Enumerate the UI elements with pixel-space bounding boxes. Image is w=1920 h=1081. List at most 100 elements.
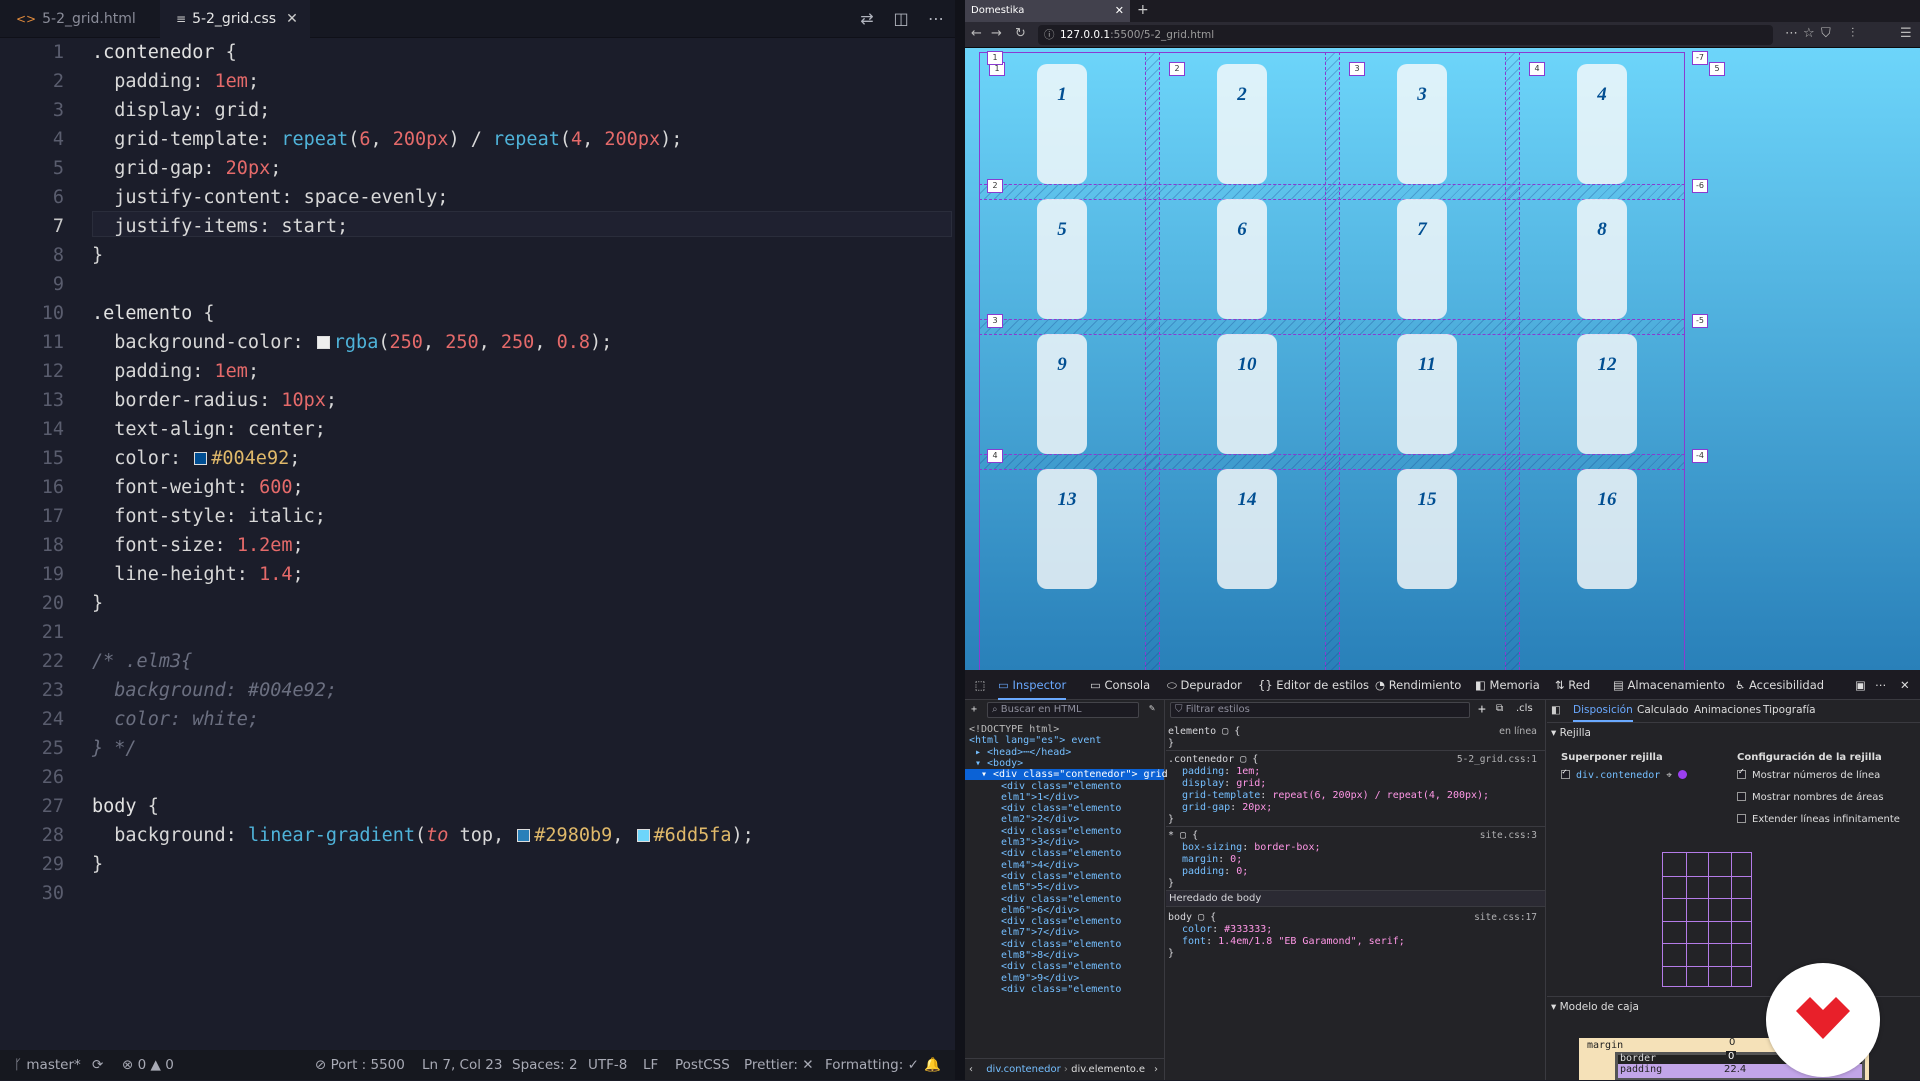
notification-bell-icon[interactable]: 🔔 <box>924 1050 941 1080</box>
html-node[interactable]: <div class="elemento <box>1001 894 1121 905</box>
grid-section-header[interactable]: ▾ Rejilla <box>1551 727 1591 739</box>
color-swatch[interactable] <box>316 336 330 349</box>
indentation[interactable]: Spaces: 2 <box>512 1050 578 1080</box>
compare-icon[interactable]: ⇄ <box>856 8 878 30</box>
tab-storage[interactable]: ▤ Almacenamiento <box>1613 670 1725 700</box>
color-swatch[interactable] <box>636 829 650 842</box>
live-server-port[interactable]: ⊘ Port : 5500 <box>315 1050 405 1080</box>
tab-console[interactable]: ▭ Consola <box>1090 670 1150 700</box>
html-node[interactable]: <html lang="es"> event <box>969 735 1101 746</box>
html-node[interactable]: elm1">1</div> <box>1001 792 1079 803</box>
reload-icon[interactable]: ↻ <box>1015 26 1026 41</box>
grid-item[interactable]: 12 <box>1577 334 1637 454</box>
cls-toggle[interactable]: .cls <box>1516 703 1533 714</box>
tab-performance[interactable]: ◔ Rendimiento <box>1375 670 1461 700</box>
color-swatch[interactable] <box>517 829 531 842</box>
html-search-input[interactable]: ⌕ Buscar en HTML <box>987 702 1139 718</box>
css-declaration[interactable]: grid-template: repeat(6, 200px) / repeat… <box>1182 790 1489 801</box>
grid-item[interactable]: 10 <box>1217 334 1277 454</box>
html-node[interactable]: elm9">9</div> <box>1001 973 1079 984</box>
extensions-icon[interactable]: ⫶ <box>1851 26 1854 41</box>
grid-item[interactable]: 9 <box>1037 334 1087 454</box>
html-node[interactable]: elm3">3</div> <box>1001 837 1079 848</box>
css-declaration[interactable]: margin: 0; <box>1182 854 1242 865</box>
option-extend-lines[interactable]: Extender líneas infinitamente <box>1737 814 1900 825</box>
problems-indicator[interactable]: ⊗ 0 ▲ 0 <box>122 1050 174 1080</box>
html-node[interactable]: <div class="elemento <box>1001 916 1121 927</box>
tab-style-editor[interactable]: {} Editor de estilos <box>1258 670 1369 700</box>
css-declaration[interactable]: grid-gap: 20px; <box>1182 802 1272 813</box>
grid-item[interactable]: 1 <box>1037 64 1087 184</box>
toggle-pseudo-class-icon[interactable]: ⧉ <box>1496 703 1503 714</box>
split-divider[interactable] <box>955 0 965 1080</box>
css-declaration[interactable]: padding: 1em; <box>1182 766 1260 777</box>
eyedropper-icon[interactable]: ✎ <box>1149 703 1155 714</box>
css-declaration[interactable]: padding: 0; <box>1182 866 1248 877</box>
cursor-position[interactable]: Ln 7, Col 23 <box>422 1050 502 1080</box>
tab-animations[interactable]: Animaciones <box>1694 704 1761 716</box>
encoding[interactable]: UTF-8 <box>588 1050 627 1080</box>
css-declaration[interactable]: box-sizing: border-box; <box>1182 842 1321 853</box>
option-checkbox[interactable] <box>1737 792 1746 801</box>
grid-outline-preview[interactable] <box>1662 852 1752 987</box>
html-node[interactable]: elm7">7</div> <box>1001 927 1079 938</box>
git-branch[interactable]: ᚴ master* <box>14 1050 81 1080</box>
browser-tab[interactable]: Domestika ✕ <box>965 0 1130 22</box>
highlight-element-icon[interactable]: ⌖ <box>1666 770 1672 781</box>
rule-source[interactable]: en línea <box>1499 726 1537 737</box>
code-area[interactable]: 1 2 3 4 5 6 7 8 9 10 11 12 13 14 15 16 17 18 19 20 21 22 23 24 2… <box>0 38 955 1050</box>
margin-value[interactable]: 0 <box>1729 1037 1735 1048</box>
css-declaration[interactable]: display: grid; <box>1182 778 1266 789</box>
add-rule-icon[interactable]: + <box>1478 702 1486 717</box>
overlay-checkbox[interactable] <box>1561 767 1570 779</box>
sync-icon[interactable]: ⟳ <box>92 1050 103 1080</box>
html-node[interactable]: elm5">5</div> <box>1001 882 1079 893</box>
html-node[interactable]: elm6">6</div> <box>1001 905 1079 916</box>
option-area-names[interactable]: Mostrar nombres de áreas <box>1737 792 1884 803</box>
page-actions-icon[interactable]: ⋯ <box>1785 26 1798 41</box>
color-swatch[interactable] <box>194 452 208 465</box>
forward-icon[interactable]: → <box>991 26 1002 41</box>
close-tab-icon[interactable]: ✕ <box>286 11 298 27</box>
html-node[interactable]: elm4">4</div> <box>1001 860 1079 871</box>
tab-memory[interactable]: ◧ Memoria <box>1475 670 1540 700</box>
bookmark-star-icon[interactable]: ☆ <box>1803 26 1815 41</box>
tab-inspector[interactable]: ▭ Inspector <box>998 670 1067 700</box>
grid-item[interactable]: 11 <box>1397 334 1457 454</box>
html-node[interactable]: <!DOCTYPE html> <box>969 724 1059 735</box>
formatting-status[interactable]: Formatting: ✓ <box>825 1050 919 1080</box>
option-line-numbers[interactable]: Mostrar números de línea <box>1737 767 1880 781</box>
html-node[interactable]: elm2">2</div> <box>1001 814 1079 825</box>
overlay-grid-item[interactable]: div.contenedor ⌖ <box>1561 767 1687 781</box>
breadcrumb-item[interactable]: div.elemento.e <box>1071 1064 1145 1075</box>
devtools-more-icon[interactable]: ⋯ <box>1875 670 1887 700</box>
filter-styles-input[interactable]: ⛉ Filtrar estilos <box>1170 702 1470 718</box>
html-node[interactable]: <div class="elemento <box>1001 939 1121 950</box>
more-actions-icon[interactable]: ⋯ <box>925 8 947 30</box>
html-node[interactable]: <div class="elemento <box>1001 848 1121 859</box>
close-tab-icon[interactable]: ✕ <box>1115 0 1124 22</box>
boxmodel-section-header[interactable]: ▾ Modelo de caja <box>1551 1001 1639 1013</box>
prettier-status[interactable]: Prettier: ✕ <box>744 1050 814 1080</box>
menu-icon[interactable]: ☰ <box>1900 26 1912 41</box>
grid-item[interactable]: 5 <box>1037 199 1087 319</box>
add-node-icon[interactable]: + <box>971 704 977 715</box>
grid-item[interactable]: 15 <box>1397 469 1457 589</box>
html-node[interactable]: <div class="elemento <box>1001 871 1121 882</box>
html-node[interactable]: ▾ <div class="contenedor"> grid <box>965 769 1168 781</box>
option-checkbox[interactable] <box>1737 814 1746 823</box>
split-editor-icon[interactable]: ◫ <box>890 8 912 30</box>
grid-item[interactable]: 13 <box>1037 469 1097 589</box>
pocket-icon[interactable]: ⛉ <box>1821 26 1831 41</box>
grid-item[interactable]: 6 <box>1217 199 1267 319</box>
html-node[interactable]: <div class="elemento <box>1001 984 1121 995</box>
rule-source[interactable]: site.css:17 <box>1474 912 1537 923</box>
rule-source[interactable]: 5-2_grid.css:1 <box>1457 754 1537 765</box>
html-node[interactable]: ▸ <head>⋯</head> <box>975 747 1071 758</box>
html-node[interactable]: <div class="elemento <box>1001 803 1121 814</box>
grid-item[interactable]: 8 <box>1577 199 1627 319</box>
new-tab-icon[interactable]: + <box>1137 0 1149 20</box>
grid-item[interactable]: 7 <box>1397 199 1447 319</box>
grid-item[interactable]: 16 <box>1577 469 1637 589</box>
option-checkbox[interactable] <box>1737 767 1746 779</box>
